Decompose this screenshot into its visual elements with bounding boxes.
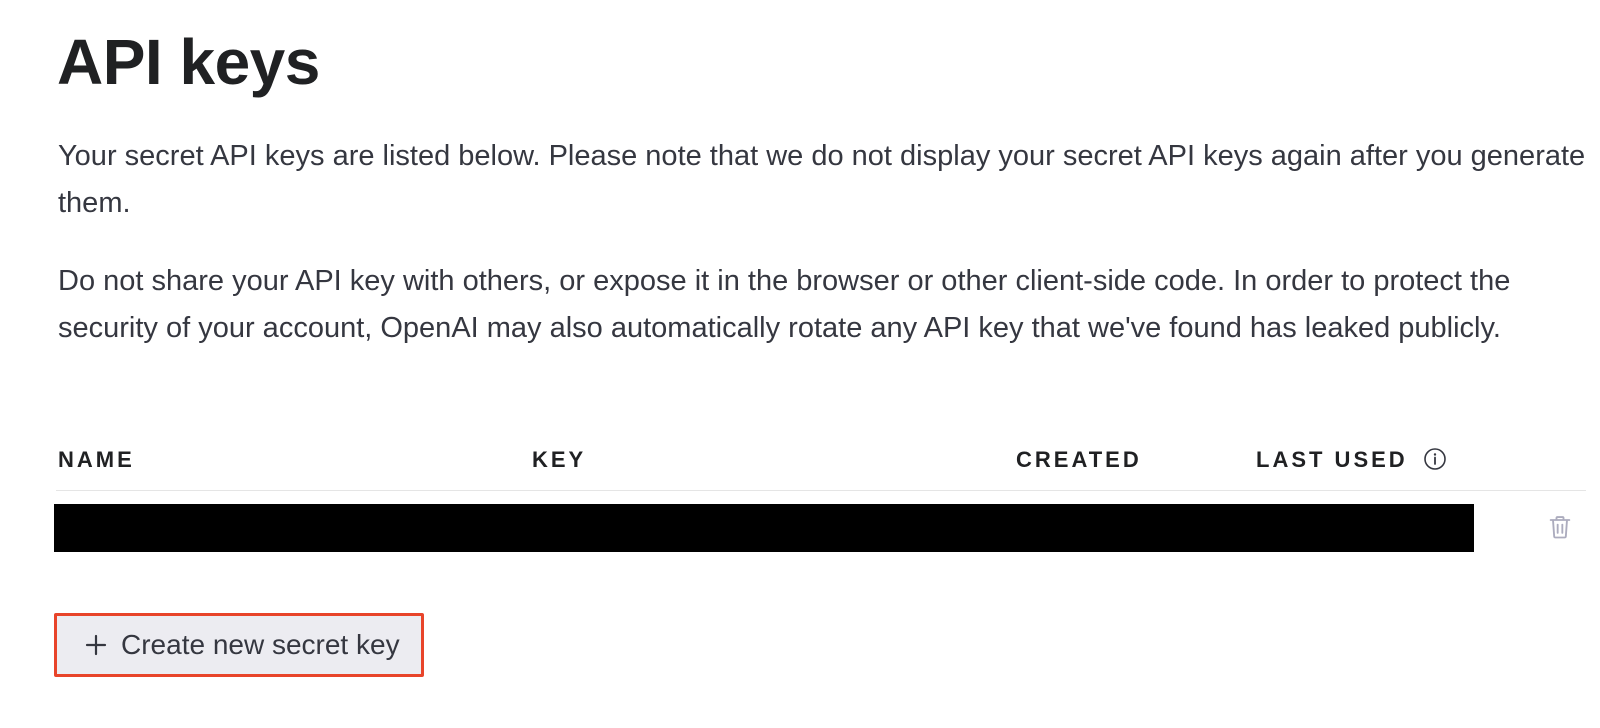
trash-icon[interactable] [1546, 513, 1574, 541]
description-paragraph: Your secret API keys are listed below. P… [58, 140, 1586, 219]
page-title: API keys [57, 26, 320, 98]
create-new-secret-key-button[interactable]: Create new secret key [54, 613, 424, 677]
table-header: NAME KEY CREATED LAST USED [56, 440, 1586, 491]
create-new-secret-key-label: Create new secret key [121, 629, 400, 660]
plus-icon [85, 634, 107, 656]
column-header-key: KEY [532, 447, 587, 472]
column-header-created: CREATED [1016, 447, 1142, 472]
column-header-name: NAME [58, 447, 135, 472]
column-header-last-used-label: LAST USED [1256, 447, 1408, 472]
security-warning-paragraph: Do not share your API key with others, o… [58, 265, 1511, 344]
info-icon[interactable] [1423, 447, 1447, 471]
api-keys-page: API keys Your secret API keys are listed… [0, 0, 1600, 728]
table-row [54, 500, 1586, 556]
column-header-last-used: LAST USED [1256, 440, 1447, 480]
redacted-key-row [54, 504, 1474, 552]
